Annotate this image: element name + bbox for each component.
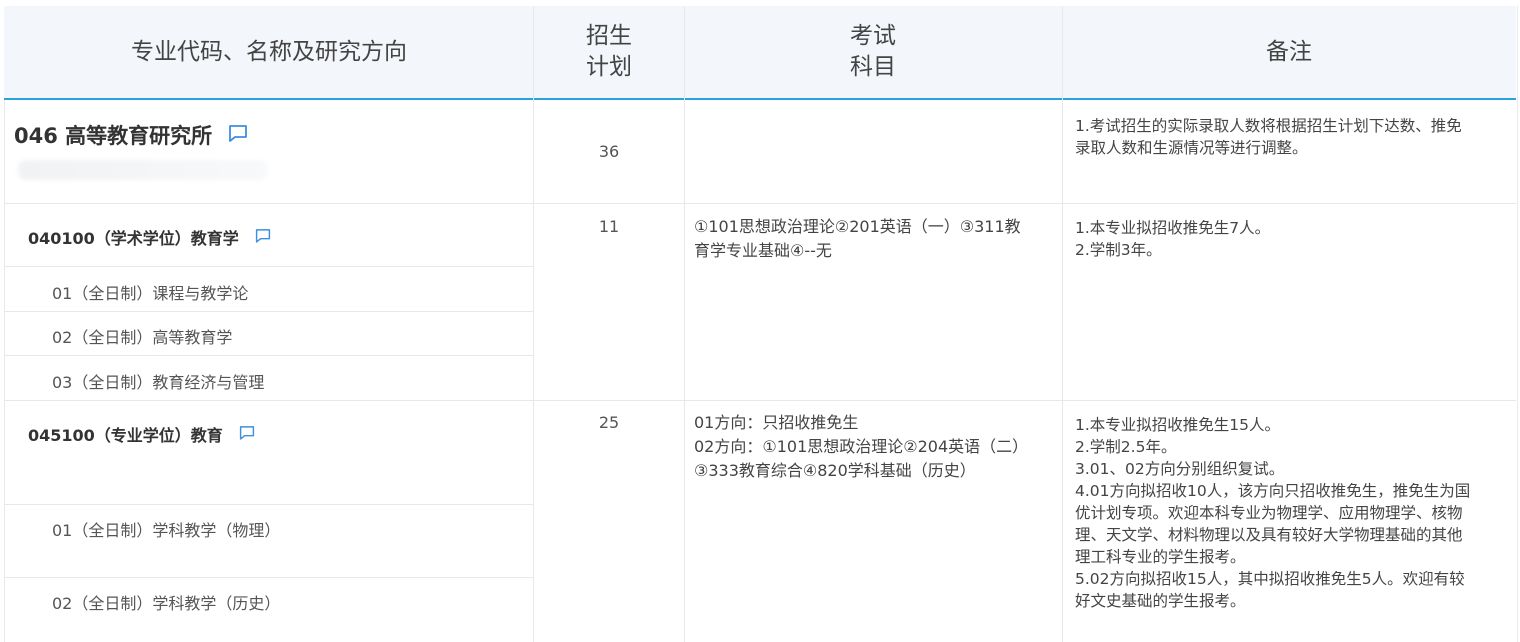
direction-item: 02（全日制）学科教学（历史） — [52, 594, 281, 613]
exam-subjects: ①101思想政治理论②201英语（一）③311教 育学专业基础④--无 — [694, 215, 1021, 263]
header-subjects: 考试 科目 — [684, 6, 1062, 98]
comment-icon[interactable] — [239, 425, 255, 444]
major-row: 040100（学术学位）教育学 — [28, 225, 271, 249]
comment-icon[interactable] — [228, 123, 248, 147]
row-divider — [4, 311, 533, 312]
row-divider — [4, 504, 533, 505]
major-name[interactable]: 045100（专业学位）教育 — [28, 422, 223, 446]
subject-line: 育学专业基础④--无 — [694, 241, 832, 260]
subject-line: ③333教育综合④820学科基础（历史） — [694, 461, 976, 480]
direction-item: 03（全日制）教育经济与管理 — [52, 373, 265, 392]
major-plan: 25 — [598, 413, 620, 432]
note-line: 2.学制3年。 — [1075, 241, 1162, 259]
subject-line: ①101思想政治理论②201英语（一）③311教 — [694, 217, 1021, 236]
row-divider — [4, 400, 1516, 401]
major-row: 045100（专业学位）教育 — [28, 422, 255, 446]
major-notes: 1.本专业拟招收推免生7人。 2.学制3年。 — [1075, 217, 1505, 261]
note-line: 理、天文学、材料物理以及具有较好大学物理基础的其他 — [1075, 526, 1463, 544]
major-name[interactable]: 040100（学术学位）教育学 — [28, 225, 239, 249]
note-line: 理工科专业的学生报考。 — [1075, 548, 1246, 566]
department-plan: 36 — [598, 142, 620, 161]
row-divider — [4, 577, 533, 578]
department-name: 046 高等教育研究所 — [14, 124, 213, 148]
note-line: 3.01、02方向分别组织复试。 — [1075, 460, 1285, 478]
column-divider — [1062, 6, 1063, 642]
column-divider — [684, 6, 685, 642]
major-notes: 1.本专业拟招收推免生15人。 2.学制2.5年。 3.01、02方向分别组织复… — [1075, 414, 1505, 612]
comment-icon[interactable] — [255, 228, 271, 247]
note-line: 5.02方向拟招收15人，其中拟招收推免生5人。欢迎有较 — [1075, 570, 1465, 588]
note-line: 1.考试招生的实际录取人数将根据招生计划下达数、推免 — [1075, 117, 1462, 135]
row-divider — [4, 266, 533, 267]
column-divider — [533, 6, 534, 642]
header-plan-line2: 计划 — [586, 54, 632, 80]
note-line: 4.01方向拟招收10人，该方向只招收推免生，推免生为国 — [1075, 482, 1471, 500]
redacted-text — [18, 160, 268, 180]
header-subjects-line2: 科目 — [850, 54, 896, 80]
exam-subjects: 01方向：只招收推免生 02方向：①101思想政治理论②204英语（二） ③33… — [694, 411, 1028, 483]
department-notes: 1.考试招生的实际录取人数将根据招生计划下达数、推免 录取人数和生源情况等进行调… — [1075, 115, 1505, 159]
note-line: 优计划专项。欢迎本科专业为物理学、应用物理学、核物 — [1075, 504, 1463, 522]
direction-item: 01（全日制）课程与教学论 — [52, 284, 249, 303]
header-plan: 招生 计划 — [534, 6, 684, 98]
subject-line: 01方向：只招收推免生 — [694, 413, 859, 432]
direction-item: 01（全日制）学科教学（物理） — [52, 521, 281, 540]
row-divider — [4, 203, 1516, 204]
note-line: 好文史基础的学生报考。 — [1075, 592, 1246, 610]
subject-line: 02方向：①101思想政治理论②204英语（二） — [694, 437, 1029, 456]
header-major: 专业代码、名称及研究方向 — [131, 38, 407, 65]
header-subjects-line1: 考试 — [850, 23, 896, 49]
department-row: 046 高等教育研究所 — [14, 120, 248, 150]
note-line: 1.本专业拟招收推免生15人。 — [1075, 416, 1281, 434]
note-line: 录取人数和生源情况等进行调整。 — [1075, 139, 1308, 157]
header-notes: 备注 — [1266, 38, 1312, 65]
row-divider — [4, 355, 533, 356]
note-line: 2.学制2.5年。 — [1075, 438, 1177, 456]
major-plan: 11 — [598, 217, 620, 236]
note-line: 1.本专业拟招收推免生7人。 — [1075, 219, 1271, 237]
header-plan-line1: 招生 — [586, 23, 632, 49]
direction-item: 02（全日制）高等教育学 — [52, 328, 233, 347]
